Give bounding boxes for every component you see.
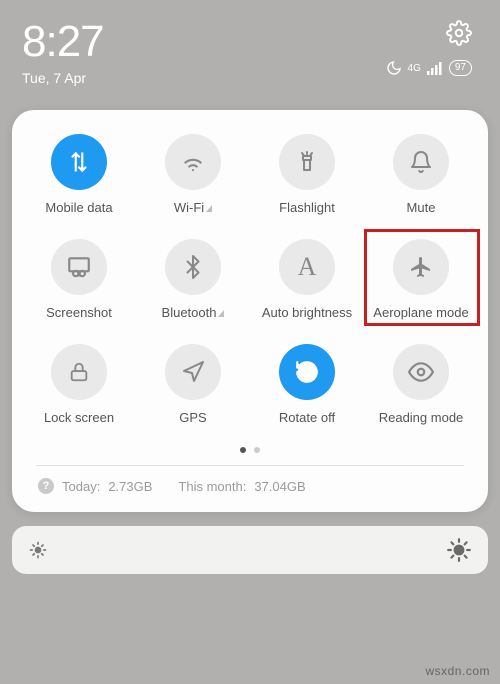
signal-icon: [427, 61, 443, 75]
signal-triangle-icon: [218, 310, 224, 317]
screenshot-icon: [51, 239, 107, 295]
tile-reading-mode[interactable]: Reading mode: [364, 344, 478, 425]
eye-icon: [393, 344, 449, 400]
tile-label: Auto brightness: [262, 305, 352, 320]
tile-rotate-off[interactable]: Rotate off: [250, 344, 364, 425]
data-usage-row[interactable]: ? Today: 2.73GB This month: 37.04GB: [22, 466, 478, 498]
tile-label: Screenshot: [46, 305, 112, 320]
bluetooth-icon: [165, 239, 221, 295]
tile-wifi[interactable]: Wi-Fi: [136, 134, 250, 215]
status-right: 4G 97: [386, 20, 472, 76]
brightness-low-icon: [28, 540, 48, 560]
tile-label: Mute: [407, 200, 436, 215]
brightness-high-icon: [446, 537, 472, 563]
status-icon-row: 4G 97: [386, 60, 472, 76]
wifi-icon: [165, 134, 221, 190]
tile-aeroplane-mode[interactable]: Aeroplane mode: [364, 239, 478, 320]
tile-flashlight[interactable]: Flashlight: [250, 134, 364, 215]
clock: 8:27: [22, 20, 104, 64]
watermark: wsxdn.com: [425, 664, 490, 678]
page-dot-2[interactable]: [254, 447, 260, 453]
quick-settings-panel: Mobile data Wi-Fi Flashlight Mute Screen: [12, 110, 488, 512]
brightness-slider[interactable]: [12, 526, 488, 574]
lock-icon: [51, 344, 107, 400]
tile-label: Rotate off: [279, 410, 335, 425]
battery-indicator: 97: [449, 60, 472, 76]
tile-bluetooth[interactable]: Bluetooth: [136, 239, 250, 320]
usage-today-value: 2.73GB: [108, 479, 152, 494]
status-bar: 8:27 Tue, 7 Apr 4G 97: [0, 0, 500, 94]
rotate-lock-icon: [279, 344, 335, 400]
tile-gps[interactable]: GPS: [136, 344, 250, 425]
flashlight-icon: [279, 134, 335, 190]
page-dot-1[interactable]: [240, 447, 246, 453]
usage-month-value: 37.04GB: [254, 479, 305, 494]
info-icon: ?: [38, 478, 54, 494]
tile-label: Mobile data: [45, 200, 112, 215]
tile-grid: Mobile data Wi-Fi Flashlight Mute Screen: [22, 134, 478, 425]
settings-gear-icon[interactable]: [446, 20, 472, 46]
navigation-icon: [165, 344, 221, 400]
tile-screenshot[interactable]: Screenshot: [22, 239, 136, 320]
mobile-data-icon: [51, 134, 107, 190]
tile-label: Wi-Fi: [174, 200, 212, 215]
network-type: 4G: [408, 63, 421, 74]
signal-triangle-icon: [206, 205, 212, 212]
tile-label: Flashlight: [279, 200, 335, 215]
tile-label: Aeroplane mode: [373, 305, 468, 320]
tile-label: GPS: [179, 410, 206, 425]
page-indicator: [22, 447, 478, 453]
tile-label: Reading mode: [379, 410, 464, 425]
usage-today-label: Today:: [62, 479, 100, 494]
tile-label: Lock screen: [44, 410, 114, 425]
auto-brightness-icon: A: [279, 239, 335, 295]
tile-lock-screen[interactable]: Lock screen: [22, 344, 136, 425]
tile-label: Bluetooth: [162, 305, 225, 320]
date: Tue, 7 Apr: [22, 70, 104, 86]
tile-mute[interactable]: Mute: [364, 134, 478, 215]
usage-month-label: This month:: [178, 479, 246, 494]
aeroplane-icon: [393, 239, 449, 295]
bell-icon: [393, 134, 449, 190]
dnd-moon-icon: [386, 60, 402, 76]
status-left: 8:27 Tue, 7 Apr: [22, 20, 104, 86]
tile-mobile-data[interactable]: Mobile data: [22, 134, 136, 215]
tile-auto-brightness[interactable]: A Auto brightness: [250, 239, 364, 320]
